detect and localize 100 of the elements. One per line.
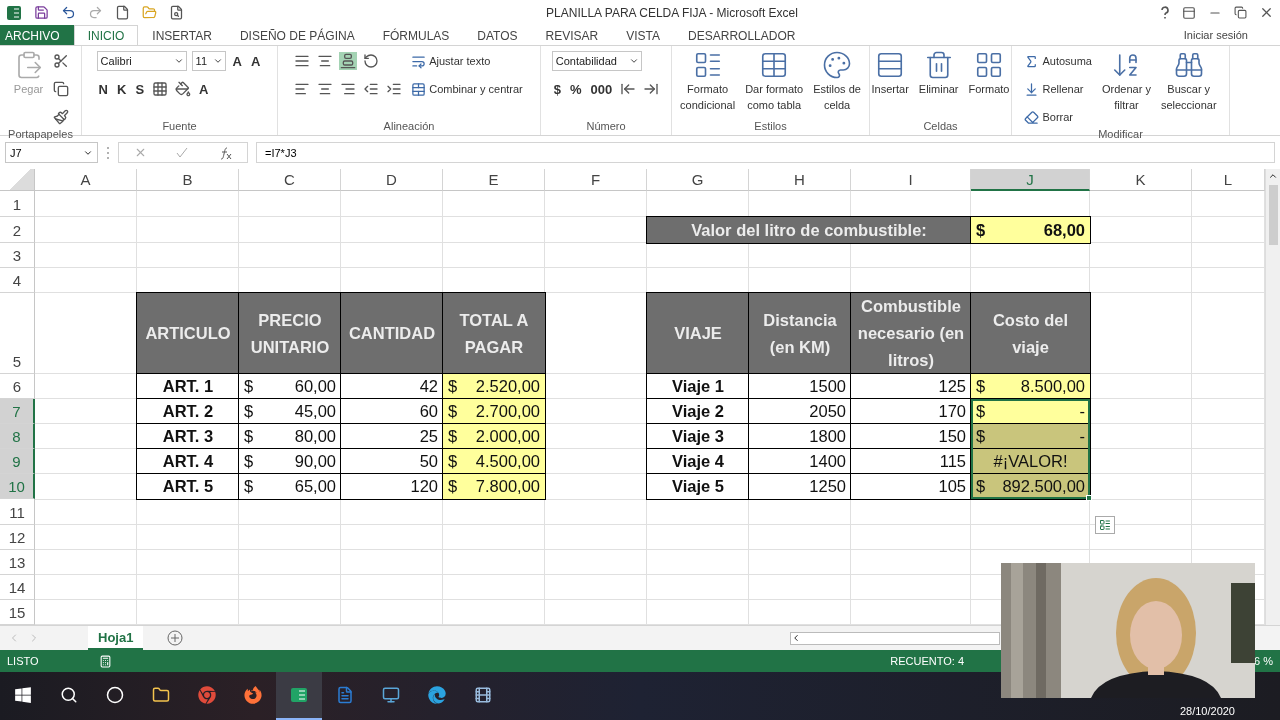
table-cell: 1500 bbox=[749, 374, 851, 400]
number-format-field[interactable]: Contabilidad bbox=[551, 51, 642, 71]
row-header[interactable]: 2 bbox=[0, 217, 35, 243]
save-icon[interactable] bbox=[34, 5, 49, 20]
column-header[interactable]: D bbox=[341, 169, 443, 191]
format-button[interactable]: K bbox=[115, 80, 129, 98]
row-header[interactable]: 10 bbox=[0, 474, 35, 500]
column-header[interactable]: H bbox=[749, 169, 851, 191]
undo-icon[interactable] bbox=[61, 5, 76, 20]
horizontal-scrollbar[interactable] bbox=[790, 631, 1000, 645]
check-icon[interactable] bbox=[176, 146, 189, 159]
status-count: RECUENTO: 4 bbox=[890, 655, 965, 667]
brush-icon[interactable] bbox=[51, 108, 70, 126]
ribbon-button[interactable]: Insertar bbox=[869, 50, 911, 120]
row-header[interactable]: 15 bbox=[0, 599, 35, 625]
group-label: Fuente bbox=[161, 120, 198, 134]
column-header[interactable]: E bbox=[443, 169, 545, 191]
scrollbar-thumb[interactable] bbox=[1268, 185, 1278, 245]
spreadsheet-app-icon[interactable] bbox=[276, 672, 322, 720]
print-preview-icon[interactable] bbox=[169, 5, 184, 20]
column-header[interactable]: L bbox=[1192, 169, 1265, 191]
group-label: Alineación bbox=[382, 120, 436, 134]
align-bottom-icon[interactable] bbox=[339, 52, 358, 70]
close-icon[interactable] bbox=[1259, 5, 1274, 20]
ribbon-button[interactable]: Buscar y seleccionar bbox=[1158, 50, 1219, 128]
column-header[interactable]: F bbox=[545, 169, 647, 191]
row-header[interactable]: 9 bbox=[0, 449, 35, 475]
row-header[interactable]: 1 bbox=[0, 191, 35, 217]
macro-record-icon[interactable] bbox=[98, 654, 112, 668]
function-icon[interactable] bbox=[218, 145, 233, 160]
row-header[interactable]: 13 bbox=[0, 549, 35, 575]
ribbon-button[interactable]: Ajustar texto bbox=[409, 52, 493, 70]
row-header[interactable]: 8 bbox=[0, 424, 35, 450]
ribbon-button[interactable]: Ordenar y filtrar bbox=[1100, 50, 1153, 128]
new-file-icon[interactable] bbox=[115, 5, 130, 20]
ribbon-tab[interactable]: ARCHIVO bbox=[0, 25, 74, 45]
table-cell: 2050 bbox=[749, 399, 851, 425]
status-text: LISTO bbox=[7, 655, 39, 667]
table-cell: Viaje 2 bbox=[647, 399, 749, 425]
copy-icon[interactable] bbox=[51, 80, 70, 98]
ribbon-button[interactable]: Autosuma bbox=[1022, 52, 1094, 70]
table-cell: 1800 bbox=[749, 424, 851, 450]
ribbon-button[interactable]: Eliminar bbox=[916, 50, 961, 120]
column-header[interactable]: I bbox=[851, 169, 971, 191]
quick-analysis-icon[interactable] bbox=[1095, 516, 1115, 534]
format-cells-icon bbox=[974, 50, 1004, 80]
column-heading: CANTIDAD bbox=[341, 293, 443, 374]
column-header[interactable]: K bbox=[1090, 169, 1192, 191]
ribbon-display-icon[interactable] bbox=[1182, 5, 1196, 20]
column-header[interactable]: C bbox=[239, 169, 341, 191]
fill-handle[interactable] bbox=[1086, 495, 1092, 502]
group-label: Portapapeles bbox=[7, 128, 74, 142]
format-button[interactable]: A bbox=[230, 52, 244, 70]
column-header[interactable]: J bbox=[971, 169, 1090, 191]
sheet-tab[interactable]: Hoja1 bbox=[88, 626, 144, 650]
vertical-scrollbar[interactable] bbox=[1265, 169, 1280, 625]
row-header[interactable]: 4 bbox=[0, 268, 35, 293]
row-header[interactable]: 3 bbox=[0, 243, 35, 268]
format-button[interactable]: A bbox=[197, 80, 211, 98]
sign-in-link[interactable]: Iniciar sesión bbox=[1183, 29, 1280, 41]
row-header[interactable]: 12 bbox=[0, 524, 35, 550]
ribbon-button[interactable]: Formato bbox=[966, 50, 1012, 120]
scroll-left-icon[interactable] bbox=[791, 633, 801, 643]
formula-field[interactable]: =I7*J3 bbox=[256, 142, 1275, 163]
help-icon[interactable] bbox=[1160, 5, 1170, 20]
orientation-icon[interactable] bbox=[362, 52, 381, 70]
restore-icon[interactable] bbox=[1234, 6, 1247, 19]
row-header[interactable]: 6 bbox=[0, 374, 35, 400]
fill-bucket-icon[interactable] bbox=[174, 80, 193, 98]
column-header[interactable]: B bbox=[137, 169, 239, 191]
ribbon-button[interactable]: Borrar bbox=[1022, 108, 1075, 126]
ribbon-tab[interactable]: INICIO bbox=[73, 25, 139, 45]
format-button[interactable]: $ bbox=[551, 80, 563, 98]
scroll-up-icon[interactable] bbox=[1268, 171, 1278, 181]
ribbon-button[interactable]: Formato condicional bbox=[678, 50, 738, 120]
ribbon-button[interactable]: Estilos de celda bbox=[811, 50, 863, 120]
row-header[interactable]: 14 bbox=[0, 574, 35, 600]
row-header[interactable]: 7 bbox=[0, 399, 35, 425]
row-header[interactable]: 11 bbox=[0, 499, 35, 525]
name-box[interactable]: J7 bbox=[5, 142, 98, 163]
format-button[interactable]: N bbox=[96, 80, 110, 98]
cut-icon[interactable] bbox=[51, 52, 70, 70]
cell-styles-icon bbox=[822, 50, 853, 80]
table-cell: $ 7.800,00 bbox=[443, 474, 545, 500]
format-button[interactable]: S bbox=[133, 80, 147, 98]
font-size-field[interactable]: 11 bbox=[191, 51, 226, 71]
format-button[interactable]: 000 bbox=[588, 80, 615, 98]
ribbon-button[interactable]: Combinar y centrar bbox=[409, 80, 525, 98]
row-header[interactable]: 5 bbox=[0, 293, 35, 374]
font-field[interactable]: Calibri bbox=[96, 51, 187, 71]
format-button[interactable]: % bbox=[568, 80, 584, 98]
column-header[interactable]: G bbox=[647, 169, 749, 191]
borders-icon[interactable] bbox=[151, 80, 170, 98]
table-cell: 42 bbox=[341, 374, 443, 400]
ribbon-button[interactable]: Dar formato como tabla bbox=[743, 50, 806, 120]
table-cell: $ 80,00 bbox=[239, 424, 341, 450]
table-cell: $ 2.000,00 bbox=[443, 424, 545, 450]
column-header[interactable]: A bbox=[35, 169, 137, 191]
format-button[interactable]: A bbox=[249, 52, 263, 70]
ribbon-button[interactable]: Rellenar bbox=[1022, 80, 1086, 98]
